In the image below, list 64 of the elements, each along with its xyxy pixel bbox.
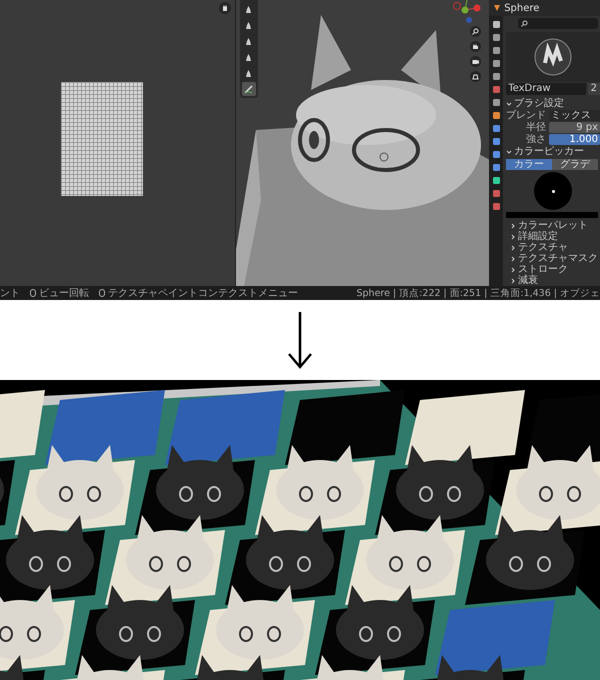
color-wheel[interactable]	[534, 172, 572, 210]
dropdown-field[interactable]: ミックス	[549, 110, 600, 121]
section-title[interactable]: テクスチャ	[518, 242, 568, 253]
scene-stats: Sphere | 頂点:222 | 面:251 | 三角面:1,436 | オブジェ	[356, 286, 600, 300]
chevron-icon[interactable]	[510, 234, 516, 240]
tool-tab-icon[interactable]	[492, 20, 501, 29]
scene-tab-icon[interactable]	[492, 72, 501, 81]
material-tab-icon[interactable]	[492, 189, 501, 198]
field-label: 強さ	[525, 134, 546, 145]
number-field[interactable]: 9 px	[549, 122, 600, 133]
chevron-icon[interactable]	[510, 222, 516, 228]
pen-icon[interactable]	[244, 84, 254, 94]
chevron-icon[interactable]	[506, 149, 512, 155]
chevron-icon[interactable]	[510, 266, 516, 272]
section-title[interactable]: カラーパレット	[518, 220, 588, 231]
grid-icon[interactable]	[470, 71, 482, 82]
mouse-icon	[99, 289, 105, 297]
data-tab-icon[interactable]	[492, 176, 501, 185]
section-title[interactable]: テクスチャマスク	[518, 253, 598, 264]
camera-icon[interactable]	[470, 56, 482, 67]
chevron-icon[interactable]	[510, 256, 516, 262]
brush-preview[interactable]	[506, 32, 600, 82]
brush-sphere-icon	[533, 37, 574, 77]
status-hint: ント	[0, 287, 20, 300]
outliner-row[interactable]: Sphere	[489, 0, 600, 16]
user-count: 2	[588, 83, 600, 95]
down-arrow-icon	[285, 310, 315, 370]
texture-tab-icon[interactable]	[492, 202, 501, 211]
constraints-tab-icon[interactable]	[492, 163, 501, 172]
axis-gizmo-icon[interactable]	[453, 0, 484, 24]
search-field[interactable]	[518, 18, 598, 29]
object-tab-icon[interactable]	[492, 111, 501, 120]
object-icon	[493, 4, 502, 12]
collection-tab-icon[interactable]	[492, 98, 501, 107]
section-title[interactable]: 減衰	[518, 275, 538, 286]
mouse-icon	[30, 289, 36, 297]
physics-tab-icon[interactable]	[492, 150, 501, 159]
picker-tab[interactable]: グラデ	[552, 159, 598, 170]
chevron-icon[interactable]	[510, 278, 516, 284]
section-title[interactable]: ストローク	[518, 264, 568, 275]
zoom-icon[interactable]	[470, 26, 482, 37]
brush-name-field[interactable]: TexDraw	[506, 83, 586, 95]
hand-icon[interactable]	[218, 2, 231, 14]
hand-icon[interactable]	[470, 41, 482, 52]
color-swatch[interactable]	[506, 212, 598, 218]
render-tab-icon[interactable]	[492, 33, 501, 42]
picker-tab[interactable]: カラー	[506, 159, 552, 170]
status-hint: ビュー回転	[39, 287, 89, 300]
output-tab-icon[interactable]	[492, 46, 501, 55]
object-name: Sphere	[504, 2, 540, 14]
status-hint: テクスチャペイントコンテクストメニュー	[108, 287, 298, 300]
search-icon	[521, 20, 528, 27]
section-title[interactable]: ブラシ設定	[514, 98, 564, 110]
paint-tool-button[interactable]	[242, 82, 256, 96]
world-tab-icon[interactable]	[492, 85, 501, 94]
particles-tab-icon[interactable]	[492, 137, 501, 146]
section-title[interactable]: 詳細設定	[518, 231, 558, 242]
section-title[interactable]: カラーピッカー	[514, 146, 584, 158]
chevron-icon[interactable]	[506, 101, 512, 107]
view-layer-tab-icon[interactable]	[492, 59, 501, 68]
field-label: ブレンド	[506, 110, 546, 121]
chevron-icon[interactable]	[510, 244, 516, 250]
slider-field[interactable]: 1.000	[549, 134, 600, 145]
field-label: 半径	[525, 122, 546, 133]
